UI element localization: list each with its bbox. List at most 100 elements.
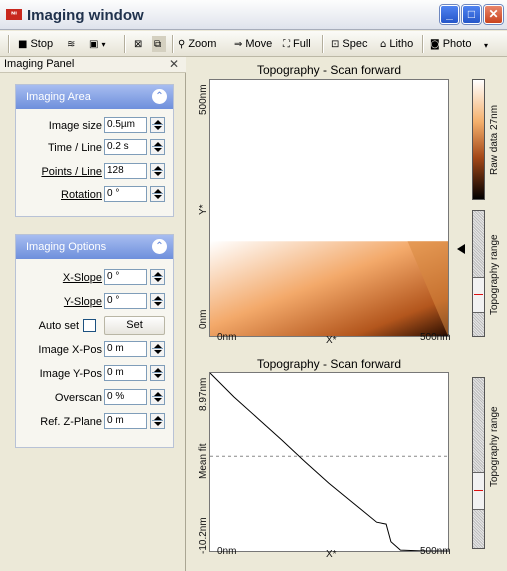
image-y-pos-stepper[interactable] bbox=[150, 365, 165, 381]
full-icon: ⛶ bbox=[283, 39, 290, 50]
ref-z-plane-label: Ref. Z-Plane bbox=[40, 416, 102, 428]
topography-image[interactable] bbox=[209, 79, 449, 337]
colorbar bbox=[472, 79, 485, 200]
toolbar-separator bbox=[172, 35, 174, 53]
toolbar-separator bbox=[124, 35, 126, 53]
image-size-input[interactable]: 0.5µm bbox=[104, 117, 147, 133]
time-per-line-stepper[interactable] bbox=[150, 139, 165, 155]
move-icon: ⇒ bbox=[234, 39, 243, 50]
x-slope-input[interactable]: 0 ° bbox=[104, 269, 147, 285]
stop-button[interactable]: ■ Stop bbox=[18, 36, 53, 52]
photo-button[interactable]: ◙ Photo bbox=[430, 36, 471, 52]
zoom-tool-button[interactable]: ⧉ bbox=[152, 36, 167, 52]
y-slope-stepper[interactable] bbox=[150, 293, 165, 309]
time-per-line-input[interactable]: 0.2 s bbox=[104, 139, 147, 155]
image-x-min-label: 0nm bbox=[217, 332, 237, 343]
line-x-min-label: 0nm bbox=[217, 546, 237, 557]
imaging-options-group: Imaging Options ⌃ X-Slope 0 ° Y-Slope 0 … bbox=[15, 234, 174, 448]
colorbar-label: Raw data 27nm bbox=[489, 104, 500, 175]
maximize-icon[interactable]: □ bbox=[462, 5, 481, 24]
ref-z-plane-stepper[interactable] bbox=[150, 413, 165, 429]
image-size-label: Image size bbox=[48, 120, 102, 132]
plot-area: Topography - Scan forward 500nm Y* 0nm 0… bbox=[186, 57, 507, 571]
image-y-pos-row: Image Y-Pos 0 m bbox=[16, 364, 173, 384]
y-slope-input[interactable]: 0 ° bbox=[104, 293, 147, 309]
minimize-icon[interactable]: _ bbox=[440, 5, 459, 24]
points-per-line-stepper[interactable] bbox=[150, 163, 165, 179]
overscan-stepper[interactable] bbox=[150, 389, 165, 405]
collapse-icon[interactable]: ⌃ bbox=[152, 89, 167, 104]
title-bar: ᴺᴵ Imaging window _ □ ✕ bbox=[0, 0, 507, 30]
close-icon[interactable]: ✕ bbox=[484, 5, 503, 24]
auto-set-checkbox[interactable] bbox=[83, 319, 96, 332]
image-x-pos-input[interactable]: 0 m bbox=[104, 341, 147, 357]
full-button[interactable]: ⛶ Full bbox=[283, 36, 311, 52]
rotation-label: Rotation bbox=[61, 189, 102, 201]
rotation-input[interactable]: 0 ° bbox=[104, 186, 147, 202]
range-window[interactable] bbox=[473, 472, 484, 510]
image-range-label: Topography range bbox=[489, 234, 500, 315]
litho-button[interactable]: ⌂ Litho bbox=[380, 36, 413, 52]
image-x-pos-stepper[interactable] bbox=[150, 341, 165, 357]
line-range-slider[interactable] bbox=[472, 377, 485, 549]
set-button[interactable]: Set bbox=[104, 316, 165, 335]
approach-icon: ≋ bbox=[67, 39, 76, 50]
display-mode-button[interactable]: ▣ ▾ bbox=[89, 36, 105, 52]
window-title: Imaging window bbox=[27, 7, 144, 24]
x-slope-row: X-Slope 0 ° bbox=[16, 268, 173, 288]
topography-image-svg bbox=[210, 241, 448, 336]
capture-button[interactable]: ⊠ bbox=[134, 36, 145, 52]
x-slope-stepper[interactable] bbox=[150, 269, 165, 285]
rotation-stepper[interactable] bbox=[150, 186, 165, 202]
imaging-options-header[interactable]: Imaging Options ⌃ bbox=[16, 235, 173, 259]
line-plot-svg bbox=[209, 372, 449, 552]
image-y-pos-input[interactable]: 0 m bbox=[104, 365, 147, 381]
range-marker bbox=[474, 294, 483, 295]
image-y-max-label: 500nm bbox=[198, 84, 209, 115]
move-button[interactable]: ⇒ Move bbox=[234, 36, 272, 52]
ref-z-plane-row: Ref. Z-Plane 0 m bbox=[16, 412, 173, 432]
points-per-line-row: Points / Line 128 bbox=[16, 162, 173, 182]
y-slope-label: Y-Slope bbox=[63, 296, 102, 308]
rotation-row: Rotation 0 ° bbox=[16, 185, 173, 205]
panel-close-icon[interactable]: ✕ bbox=[169, 57, 179, 71]
overscan-row: Overscan 0 % bbox=[16, 388, 173, 408]
range-window[interactable] bbox=[473, 277, 484, 313]
image-plot-title: Topography - Scan forward bbox=[256, 63, 402, 77]
collapse-icon[interactable]: ⌃ bbox=[152, 239, 167, 254]
points-per-line-input[interactable]: 128 bbox=[104, 163, 147, 179]
scanned-region bbox=[210, 241, 448, 336]
panel-header: Imaging Panel ✕ bbox=[0, 57, 186, 73]
line-x-max-label: 500nm bbox=[420, 546, 451, 557]
display-icon: ▣ bbox=[89, 39, 99, 50]
toolbar: ■ Stop ≋ ▣ ▾ ⊠ ⧉ ⚲ Zoom ⇒ Move ⛶ Full ⊡ Spec ⌂… bbox=[0, 31, 507, 57]
capture-icon: ⊠ bbox=[134, 39, 143, 50]
line-plot-title: Topography - Scan forward bbox=[256, 357, 402, 371]
approach-button[interactable]: ≋ bbox=[67, 36, 78, 52]
image-range-slider[interactable] bbox=[472, 210, 485, 337]
auto-set-row: Auto set Set bbox=[16, 316, 173, 336]
toolbar-overflow-icon[interactable]: ▾ bbox=[484, 37, 488, 53]
x-slope-label: X-Slope bbox=[62, 272, 102, 284]
image-y-axis-label: Y* bbox=[198, 204, 209, 215]
line-plot[interactable] bbox=[209, 372, 449, 552]
zoom-button[interactable]: ⚲ Zoom bbox=[178, 36, 216, 52]
time-per-line-label: Time / Line bbox=[47, 142, 102, 154]
panel-title: Imaging Panel bbox=[4, 58, 75, 70]
line-x-axis-label: X* bbox=[326, 549, 337, 560]
image-size-stepper[interactable] bbox=[150, 117, 165, 133]
overscan-input[interactable]: 0 % bbox=[104, 389, 147, 405]
scan-position-pointer[interactable] bbox=[457, 244, 465, 254]
spec-button[interactable]: ⊡ Spec bbox=[331, 36, 367, 52]
ref-z-plane-input[interactable]: 0 m bbox=[104, 413, 147, 429]
imaging-area-header[interactable]: Imaging Area ⌃ bbox=[16, 85, 173, 109]
magnifier-icon: ⚲ bbox=[178, 39, 186, 50]
imaging-options-title: Imaging Options bbox=[26, 241, 107, 253]
litho-icon: ⌂ bbox=[380, 39, 387, 50]
overscan-label: Overscan bbox=[54, 392, 102, 404]
imaging-area-title: Imaging Area bbox=[26, 91, 91, 103]
image-size-row: Image size 0.5µm bbox=[16, 116, 173, 136]
toolbar-separator bbox=[322, 35, 324, 53]
imaging-panel: Imaging Panel ✕ Imaging Area ⌃ Image siz… bbox=[0, 57, 186, 571]
app-icon: ᴺᴵ bbox=[6, 9, 22, 20]
